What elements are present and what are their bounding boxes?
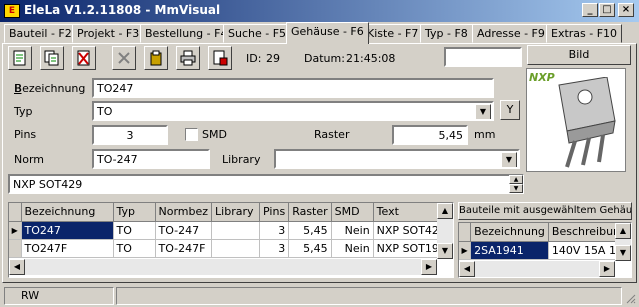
parts-grid: Bezeichnung Beschreibung ▶ 2SA1941 140V … bbox=[458, 222, 632, 278]
parts-with-package-button[interactable]: Bauteile mit ausgewähltem Gehäuse bbox=[458, 202, 632, 220]
typ-select[interactable]: TO ▼ bbox=[92, 101, 494, 121]
col-part-bezeichnung[interactable]: Bezeichnung bbox=[470, 223, 549, 242]
elela-app-icon[interactable]: E bbox=[4, 4, 20, 18]
raster-unit: mm bbox=[474, 128, 496, 141]
id-value: 29 bbox=[266, 52, 280, 65]
scroll-down-icon[interactable]: ▼ bbox=[615, 245, 631, 261]
col-raster[interactable]: Raster bbox=[288, 203, 332, 222]
col-bezeichnung[interactable]: Bezeichnung bbox=[21, 203, 114, 222]
cancel-icon bbox=[118, 52, 130, 64]
tab-bauteil[interactable]: Bauteil - F2 bbox=[4, 24, 77, 43]
chevron-down-icon[interactable]: ▼ bbox=[501, 152, 517, 167]
scroll-down-icon[interactable]: ▼ bbox=[437, 243, 453, 259]
smd-label: SMD bbox=[202, 128, 227, 141]
bezeichnung-label: Bezeichnung bbox=[14, 82, 86, 95]
package-image: NXP bbox=[526, 68, 626, 172]
archive-icon bbox=[150, 50, 162, 66]
col-pins[interactable]: Pins bbox=[259, 203, 290, 222]
to247-package-icon bbox=[558, 77, 616, 168]
chevron-down-icon[interactable]: ▼ bbox=[475, 104, 491, 119]
col-library[interactable]: Library bbox=[211, 203, 261, 222]
parts-vscrollbar[interactable]: ▲ ▼ bbox=[615, 223, 631, 261]
raster-field[interactable]: 5,45 bbox=[392, 125, 468, 145]
new-record-icon bbox=[13, 50, 26, 66]
window-title: EleLa V1.2.11808 - MmVisual bbox=[24, 3, 221, 17]
print-label-icon bbox=[213, 50, 228, 66]
pins-field[interactable]: 3 bbox=[92, 125, 168, 145]
tab-suche[interactable]: Suche - F5 bbox=[223, 24, 292, 43]
table-row[interactable]: ▶ 2SA1941 140V 15A 10 bbox=[459, 241, 631, 260]
col-smd[interactable]: SMD bbox=[331, 203, 374, 222]
close-button[interactable]: × bbox=[618, 3, 634, 17]
new-record-button[interactable] bbox=[8, 46, 32, 70]
print-button[interactable] bbox=[176, 46, 200, 70]
print-icon bbox=[180, 50, 196, 66]
tab-extras[interactable]: Extras - F10 bbox=[546, 24, 623, 43]
row-indicator-icon: ▶ bbox=[9, 221, 22, 240]
bezeichnung-field[interactable]: TO247 bbox=[92, 78, 494, 98]
id-label: ID: bbox=[246, 52, 262, 65]
maximize-button[interactable]: □ bbox=[599, 3, 615, 17]
text-scroll-up-button[interactable]: ▲ bbox=[509, 175, 523, 184]
pins-label: Pins bbox=[14, 128, 37, 141]
tab-bestellung[interactable]: Bestellung - F4 bbox=[140, 24, 233, 43]
status-mode: RW bbox=[4, 287, 114, 305]
norm-field[interactable]: TO-247 bbox=[92, 149, 210, 169]
typ-y-button[interactable]: Y bbox=[500, 100, 520, 120]
typ-value: TO bbox=[97, 105, 113, 118]
norm-label: Norm bbox=[14, 153, 45, 166]
scroll-right-icon[interactable]: ▶ bbox=[421, 259, 437, 275]
bild-button[interactable]: Bild bbox=[527, 45, 631, 65]
scroll-right-icon[interactable]: ▶ bbox=[599, 261, 615, 277]
table-row[interactable]: TO247F TO TO-247F 3 5,45 Nein NXP SOT199 bbox=[9, 239, 450, 258]
copy-record-icon bbox=[44, 50, 59, 66]
col-normbez[interactable]: Normbez bbox=[155, 203, 213, 222]
delete-record-icon bbox=[77, 50, 90, 66]
tab-kiste[interactable]: Kiste - F7 bbox=[362, 24, 424, 43]
parts-hscrollbar[interactable]: ◀ ▶ bbox=[459, 261, 615, 277]
minimize-button[interactable]: _ bbox=[582, 3, 598, 17]
tab-adresse[interactable]: Adresse - F9 bbox=[472, 24, 550, 43]
table-row[interactable]: ▶ TO247 TO TO-247 3 5,45 Nein NXP SOT429 bbox=[9, 221, 450, 240]
archive-button[interactable] bbox=[144, 46, 168, 70]
scroll-left-icon[interactable]: ◀ bbox=[459, 261, 475, 277]
typ-label: Typ bbox=[14, 105, 33, 118]
status-message bbox=[116, 287, 622, 305]
date-value: 21:45:08 bbox=[346, 52, 396, 65]
tab-projekt[interactable]: Projekt - F3 bbox=[72, 24, 145, 43]
cancel-button[interactable] bbox=[112, 46, 136, 70]
info-field[interactable] bbox=[444, 47, 522, 67]
scroll-up-icon[interactable]: ▲ bbox=[437, 203, 453, 219]
print-label-button[interactable] bbox=[208, 46, 232, 70]
scroll-left-icon[interactable]: ◀ bbox=[9, 259, 25, 275]
tab-typ[interactable]: Typ - F8 bbox=[420, 24, 473, 43]
col-typ[interactable]: Typ bbox=[113, 203, 156, 222]
grid-hscrollbar[interactable]: ◀ ▶ bbox=[9, 259, 437, 275]
gehaeuse-grid: Bezeichnung Typ Normbez Library Pins Ras… bbox=[8, 202, 454, 278]
text-scroll-down-button[interactable]: ▼ bbox=[509, 184, 523, 193]
resize-grip-icon[interactable] bbox=[624, 292, 636, 304]
tab-gehaeuse[interactable]: Gehäuse - F6 bbox=[286, 22, 369, 44]
smd-checkbox[interactable] bbox=[185, 128, 198, 141]
library-select[interactable]: ▼ bbox=[274, 149, 520, 169]
delete-record-button[interactable] bbox=[72, 46, 96, 70]
row-indicator-icon: ▶ bbox=[459, 241, 472, 260]
date-label: Datum: bbox=[304, 52, 345, 65]
library-label: Library bbox=[222, 153, 261, 166]
copy-record-button[interactable] bbox=[40, 46, 64, 70]
text-field[interactable]: NXP SOT429 bbox=[8, 174, 524, 194]
scroll-up-icon[interactable]: ▲ bbox=[615, 223, 631, 239]
title-bar: E EleLa V1.2.11808 - MmVisual _ □ × bbox=[0, 0, 639, 22]
grid-vscrollbar[interactable]: ▲ ▼ bbox=[437, 203, 453, 259]
raster-label: Raster bbox=[314, 128, 350, 141]
